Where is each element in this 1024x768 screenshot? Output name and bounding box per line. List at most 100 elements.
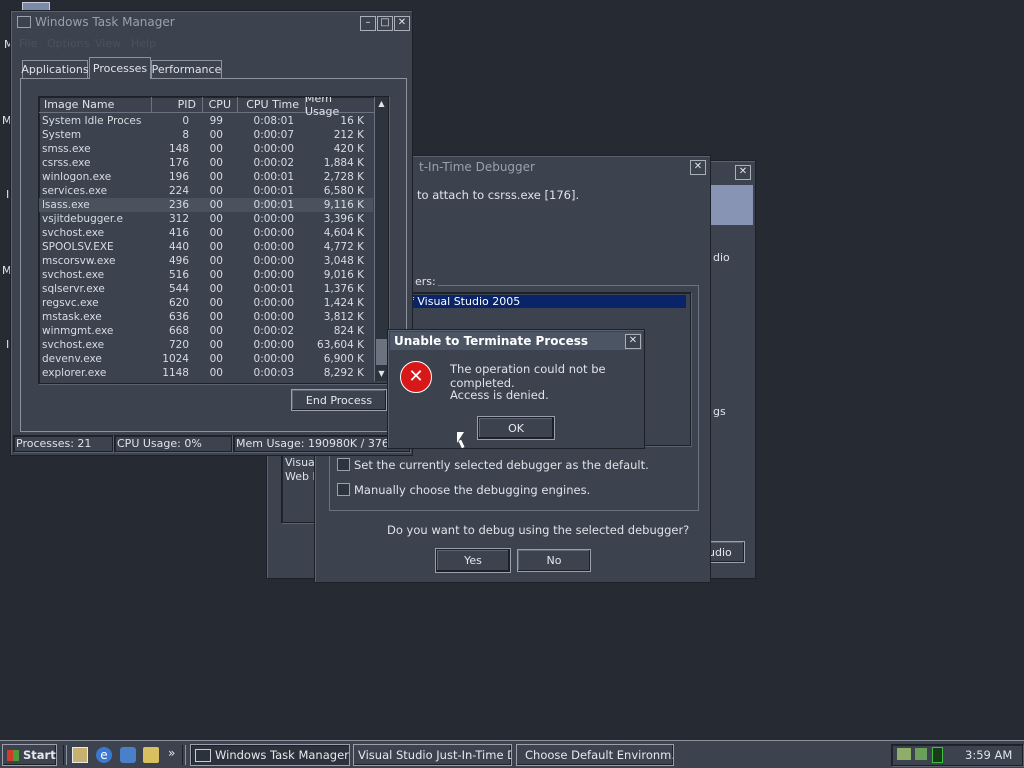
cell-mem: 1,424 K: [323, 297, 364, 309]
cell-mem: 63,604 K: [317, 339, 364, 351]
set-default-checkbox[interactable]: [337, 458, 350, 471]
menu-help[interactable]: Help: [131, 37, 156, 50]
column-header-cpu[interactable]: CPU: [203, 97, 238, 112]
cpu-meter-tray-icon[interactable]: [932, 747, 943, 763]
cell-cpu: 00: [209, 339, 223, 351]
ok-button[interactable]: OK: [477, 416, 555, 440]
process-list-scrollbar[interactable]: ▲ ▼: [374, 97, 388, 381]
close-button[interactable]: ✕: [625, 334, 641, 349]
close-button[interactable]: ✕: [735, 165, 751, 180]
table-row[interactable]: winmgmt.exe 668 00 0:00:02 824 K: [39, 324, 373, 338]
tab-applications[interactable]: Applications: [21, 60, 89, 78]
table-row[interactable]: System Idle Process 0 99 0:08:01 16 K: [39, 114, 373, 128]
table-row[interactable]: SPOOLSV.EXE 440 00 0:00:00 4,772 K: [39, 240, 373, 254]
cell-name: svchost.exe: [42, 269, 105, 281]
cell-name: winlogon.exe: [42, 171, 112, 183]
task-manager-window: Windows Task Manager – □ ✕ File Options …: [10, 10, 413, 456]
table-row[interactable]: svchost.exe 516 00 0:00:00 9,016 K: [39, 268, 373, 282]
dotnet-tray-icon[interactable]: [915, 748, 927, 760]
clock[interactable]: 3:59 AM: [965, 748, 1012, 762]
windows-explorer-icon[interactable]: [143, 747, 159, 763]
environment-list-highlight: [711, 185, 753, 225]
table-row[interactable]: svchost.exe 720 00 0:00:00 63,604 K: [39, 338, 373, 352]
table-row[interactable]: vsjitdebugger.e 312 00 0:00:00 3,396 K: [39, 212, 373, 226]
cell-mem: 4,604 K: [323, 227, 364, 239]
table-row[interactable]: smss.exe 148 00 0:00:00 420 K: [39, 142, 373, 156]
cell-pid: 0: [182, 115, 189, 127]
table-row[interactable]: csrss.exe 176 00 0:00:02 1,884 K: [39, 156, 373, 170]
tab-label: Processes: [92, 62, 148, 75]
table-row[interactable]: sqlservr.exe 544 00 0:00:01 1,376 K: [39, 282, 373, 296]
task-manager-titlebar[interactable]: Windows Task Manager: [13, 13, 410, 31]
table-row[interactable]: lsass.exe 236 00 0:00:01 9,116 K: [39, 198, 373, 212]
desktop-icon-label[interactable]: I: [6, 338, 9, 351]
process-rows: System Idle Process 0 99 0:08:01 16 K System 8…: [39, 114, 374, 382]
column-header-mem-usage[interactable]: Mem Usage: [305, 97, 372, 118]
manual-engines-checkbox[interactable]: [337, 483, 350, 496]
cell-pid: 148: [168, 143, 189, 155]
quick-launch-overflow-icon[interactable]: »: [168, 746, 175, 760]
tab-processes[interactable]: Processes: [89, 57, 151, 79]
end-process-button[interactable]: End Process: [291, 389, 387, 411]
close-button[interactable]: ✕: [690, 160, 706, 175]
table-row[interactable]: regsvc.exe 620 00 0:00:00 1,424 K: [39, 296, 373, 310]
taskbar-item-task-manager[interactable]: Windows Task Manager: [190, 744, 350, 766]
close-button[interactable]: ✕: [394, 16, 410, 31]
menu-view[interactable]: View: [95, 37, 121, 50]
cell-time: 0:00:00: [253, 227, 294, 239]
outlook-express-icon[interactable]: [120, 747, 136, 763]
table-row[interactable]: services.exe 224 00 0:00:01 6,580 K: [39, 184, 373, 198]
table-row[interactable]: winlogon.exe 196 00 0:00:01 2,728 K: [39, 170, 373, 184]
taskbar-item-label: Windows Task Manager: [215, 748, 349, 762]
list-item[interactable]: Visual: [285, 456, 318, 469]
table-row[interactable]: mstask.exe 636 00 0:00:00 3,812 K: [39, 310, 373, 324]
manual-engines-label[interactable]: Manually choose the debugging engines.: [354, 483, 590, 497]
scroll-up-arrow-icon[interactable]: ▲: [375, 97, 388, 110]
tab-performance[interactable]: Performance: [151, 60, 222, 78]
start-button[interactable]: Start: [2, 744, 57, 766]
cell-time: 0:00:01: [253, 199, 294, 211]
cell-cpu: 00: [209, 297, 223, 309]
cell-name: regsvc.exe: [42, 297, 99, 309]
system-tray: 3:59 AM: [891, 744, 1023, 766]
cell-mem: 9,116 K: [323, 199, 364, 211]
cell-pid: 720: [168, 339, 189, 351]
show-desktop-icon[interactable]: [72, 747, 88, 763]
scrollbar-thumb[interactable]: [376, 339, 387, 365]
window-title: Windows Task Manager: [35, 15, 175, 29]
status-processes: Processes: 21: [13, 435, 113, 452]
cell-cpu: 00: [209, 143, 223, 155]
environment-action-button[interactable]: udio: [707, 541, 745, 563]
maximize-button[interactable]: □: [377, 16, 393, 31]
desktop-icon-label[interactable]: I: [6, 188, 9, 201]
column-header-pid[interactable]: PID: [151, 97, 203, 112]
menu-options[interactable]: Options: [47, 37, 89, 50]
taskbar-item-jit-debugger[interactable]: Visual Studio Just-In-Time De...: [353, 744, 512, 766]
button-label: Yes: [464, 554, 482, 567]
no-button[interactable]: No: [517, 549, 591, 572]
process-list[interactable]: Image Name PID CPU CPU Time Mem Usage Sy…: [38, 96, 389, 384]
error-dialog-titlebar[interactable]: Unable to Terminate Process: [390, 332, 642, 350]
table-row[interactable]: mscorsvw.exe 496 00 0:00:00 3,048 K: [39, 254, 373, 268]
cell-pid: 620: [168, 297, 189, 309]
minimize-button[interactable]: –: [360, 16, 376, 31]
column-header-cpu-time[interactable]: CPU Time: [237, 97, 306, 112]
internet-explorer-icon[interactable]: e: [96, 747, 112, 763]
status-cpu-usage: CPU Usage: 0%: [114, 435, 232, 452]
table-row[interactable]: System 8 00 0:00:07 212 K: [39, 128, 373, 142]
cell-time: 0:08:01: [253, 115, 294, 127]
cell-mem: 6,900 K: [323, 353, 364, 365]
cell-cpu: 00: [209, 185, 223, 197]
table-row[interactable]: explorer.exe 1148 00 0:00:03 8,292 K: [39, 366, 373, 380]
column-header-image-name[interactable]: Image Name: [39, 97, 152, 112]
set-default-label[interactable]: Set the currently selected debugger as t…: [354, 458, 649, 472]
yes-button[interactable]: Yes: [435, 548, 511, 573]
menu-file[interactable]: File: [19, 37, 37, 50]
debugger-list-item-selected[interactable]: f Visual Studio 2005: [410, 295, 686, 308]
table-row[interactable]: svchost.exe 416 00 0:00:00 4,604 K: [39, 226, 373, 240]
network-tray-icon[interactable]: [897, 748, 911, 760]
task-manager-icon: [195, 748, 211, 762]
cell-cpu: 00: [209, 311, 223, 323]
table-row[interactable]: devenv.exe 1024 00 0:00:00 6,900 K: [39, 352, 373, 366]
taskbar-item-choose-environment[interactable]: Choose Default Environm...: [516, 744, 674, 766]
